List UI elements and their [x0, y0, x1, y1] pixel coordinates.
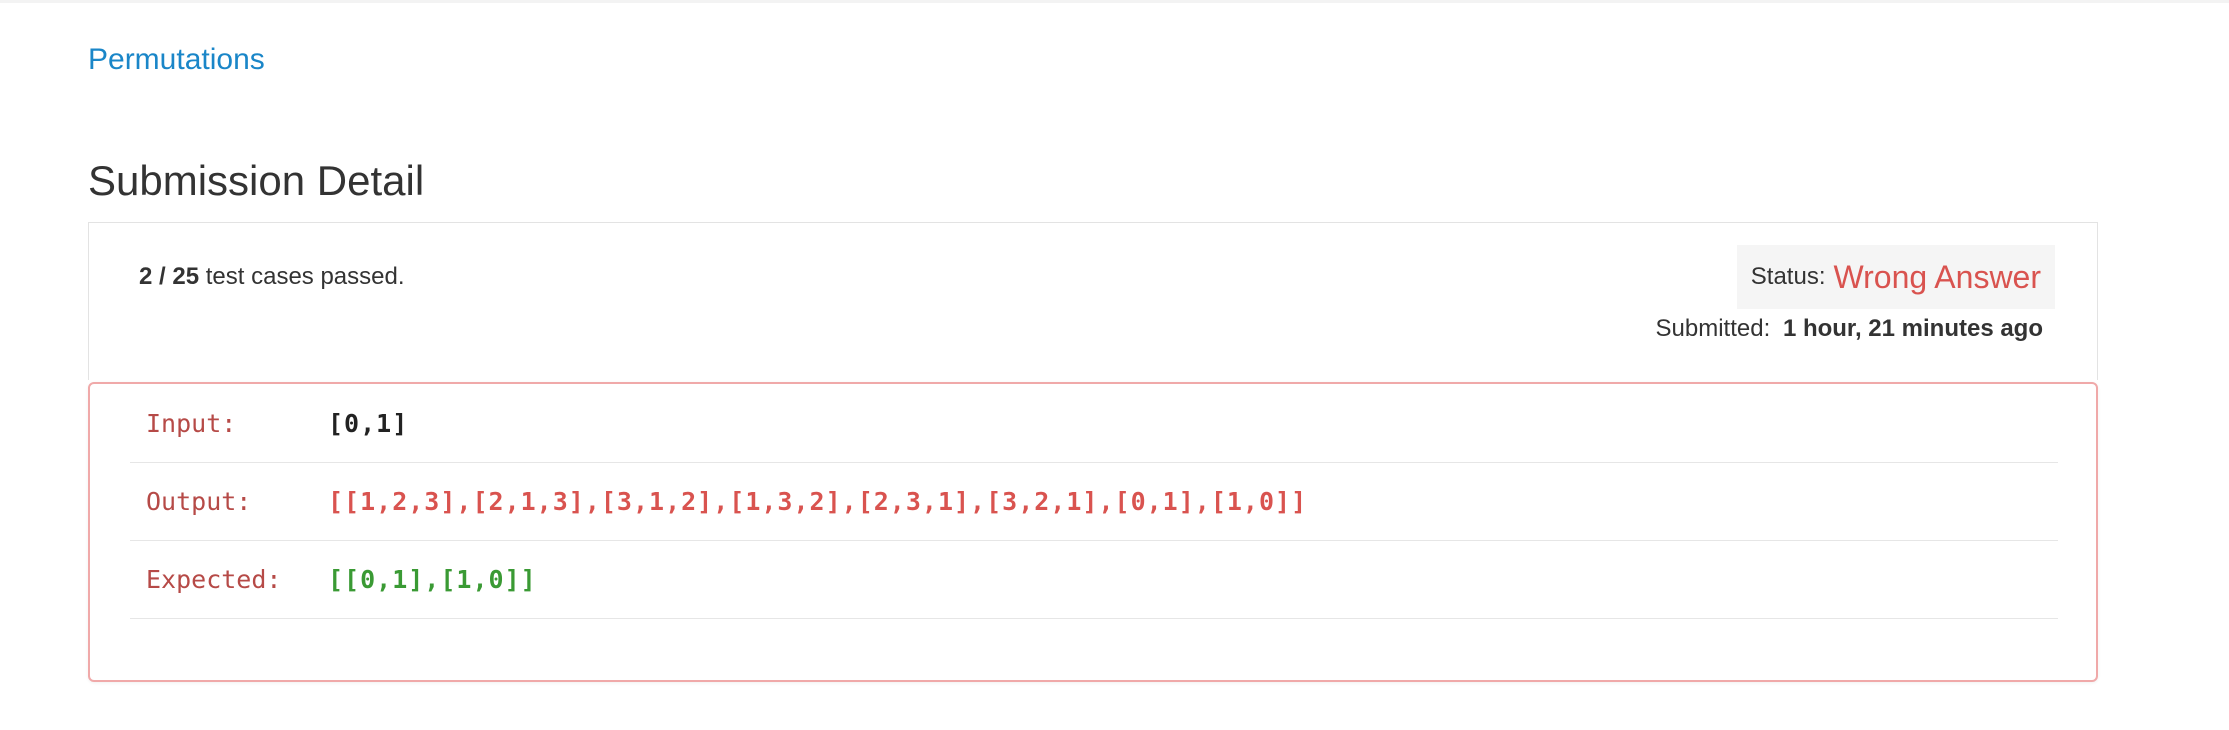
submitted-label: Submitted: [1655, 315, 1771, 342]
output-row: Output: [[1,2,3],[2,1,3],[3,1,2],[1,3,2]… [130, 462, 2058, 541]
test-cases-suffix: test cases passed. [199, 263, 405, 290]
submission-summary-panel: 2 / 25 test cases passed. Status: Wrong … [88, 222, 2098, 380]
top-divider [0, 0, 2229, 3]
status-box: Status: Wrong Answer [1736, 245, 2055, 309]
submitted-info: Submitted: 1 hour, 21 minutes ago [1656, 315, 2043, 343]
expected-row: Expected: [[0,1],[1,0]] [130, 540, 2058, 619]
input-label: Input: [146, 408, 237, 438]
expected-value: [[0,1],[1,0]] [328, 564, 537, 594]
status-value: Wrong Answer [1833, 258, 2042, 295]
result-panel: Input: [0,1] Output: [[1,2,3],[2,1,3],[3… [88, 382, 2098, 682]
input-row: Input: [0,1] [130, 384, 2058, 463]
status-label: Status: [1750, 263, 1826, 290]
total-count: 25 [172, 263, 200, 290]
test-cases-summary: 2 / 25 test cases passed. [139, 263, 405, 291]
input-value: [0,1] [328, 408, 409, 438]
expected-label: Expected: [146, 564, 282, 594]
output-label: Output: [146, 486, 252, 516]
submitted-time: 1 hour, 21 minutes ago [1782, 315, 2043, 342]
problem-link[interactable]: Permutations [88, 40, 265, 80]
page-title: Submission Detail [88, 157, 425, 204]
output-value: [[1,2,3],[2,1,3],[3,1,2],[1,3,2],[2,3,1]… [328, 486, 1308, 516]
count-separator: / [152, 263, 173, 290]
passed-count: 2 [139, 263, 153, 290]
